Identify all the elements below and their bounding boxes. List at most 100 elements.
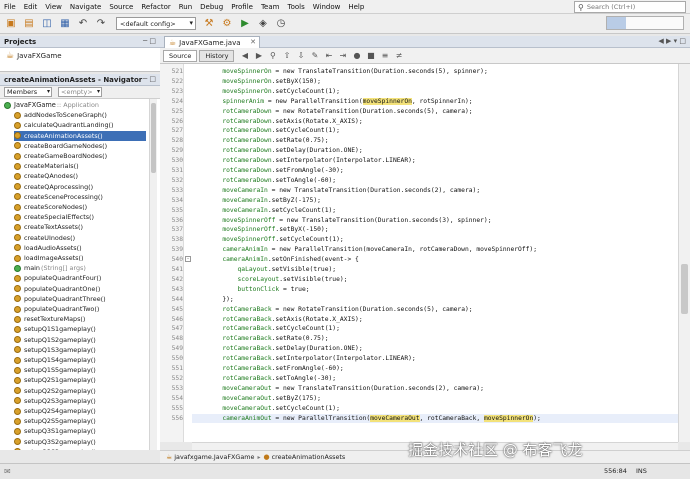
code-line[interactable]: moveCameraOut = new TranslateTransition(… [192,384,484,394]
line-number[interactable]: 548 [161,334,183,344]
line-number[interactable]: 539 [161,245,183,255]
navigator-item[interactable]: createMaterials() [14,161,146,171]
close-icon[interactable]: ✕ [250,38,256,46]
code-line[interactable]: moveSpinnerOff.setByX(-150); [192,225,328,235]
code-line[interactable]: rotCameraBack.setDelay(Duration.ONE); [192,344,362,354]
code-line[interactable]: moveSpinnerOn = new TranslateTransition(… [192,67,487,77]
line-number[interactable]: 527 [161,126,183,136]
back-icon[interactable]: ◀ [239,50,250,61]
new-file-icon[interactable]: ▤ [22,17,36,31]
code-line[interactable]: rotCameraBack.setCycleCount(1); [192,324,340,334]
scroll-thumb[interactable] [151,103,156,173]
code-line[interactable]: rotCameraBack.setFromAngle(-60); [192,364,343,374]
line-number[interactable]: 543 [161,285,183,295]
run-icon[interactable]: ▶ [238,17,252,31]
code-line[interactable]: rotCameraBack = new RotateTransition(Dur… [192,305,472,315]
menu-view[interactable]: View [45,3,62,11]
menu-refactor[interactable]: Refactor [141,3,170,11]
members-select[interactable]: Members ▾ [4,87,52,97]
code-line[interactable]: moveSpinnerOff.setCycleCount(1); [192,235,343,245]
menu-source[interactable]: Source [109,3,133,11]
code-line[interactable]: qaLayout.setVisible(true); [192,265,337,275]
code-editor[interactable]: moveSpinnerOn = new TranslateTransition(… [192,64,678,442]
redo-icon[interactable]: ↷ [94,17,108,31]
navigator-item[interactable]: setupQ2S1gameplay() [14,375,146,385]
navigator-item[interactable]: createUInodes() [14,233,146,243]
code-line[interactable]: moveCameraIn.setCycleCount(1); [192,206,336,216]
navigator-item[interactable]: addNodesToSceneGraph() [14,110,146,120]
line-number[interactable]: 532 [161,176,183,186]
navigator-item[interactable]: populateQuadrantFour() [14,273,146,283]
navigator-item[interactable]: setupQ2S3gameplay() [14,396,146,406]
code-line[interactable]: buttonClick = true; [192,285,310,295]
panel-controls-icon[interactable]: ─ □ [143,37,156,45]
tab-source[interactable]: Source [163,49,198,62]
line-number[interactable]: 538 [161,235,183,245]
shift-left-icon[interactable]: ⇤ [323,50,334,61]
line-number[interactable]: 530 [161,156,183,166]
line-number[interactable]: 544 [161,295,183,305]
code-line[interactable]: rotCameraDown.setToAngle(-60); [192,176,336,186]
project-item[interactable]: ☕ JavaFXGame [6,51,62,61]
code-line[interactable]: rotCameraDown.setRate(0.75); [192,136,328,146]
line-number[interactable]: 528 [161,136,183,146]
menu-debug[interactable]: Debug [200,3,223,11]
fold-toggle-icon[interactable]: - [185,256,191,263]
code-line[interactable]: moveSpinnerOff = new TranslateTransition… [192,216,491,226]
next-occurrence-icon[interactable]: ⇩ [295,50,306,61]
line-number[interactable]: 535 [161,206,183,216]
caret-position[interactable]: 556:84 [604,467,627,475]
line-number[interactable]: 546 [161,315,183,325]
line-number[interactable]: 526 [161,117,183,127]
navigator-item[interactable]: loadImageAssets() [14,253,146,263]
line-number[interactable]: 534 [161,196,183,206]
editor-scrollbar[interactable] [678,64,690,442]
open-project-icon[interactable]: ◫ [40,17,54,31]
navigator-item[interactable]: createTextAssets() [14,222,146,232]
comment-icon[interactable]: ≡ [379,50,390,61]
line-number[interactable]: 545 [161,305,183,315]
navigator-item[interactable]: setupQ1S5gameplay() [14,365,146,375]
scroll-thumb[interactable] [681,264,688,314]
forward-icon[interactable]: ▶ [253,50,264,61]
navigator-item[interactable]: resetTextureMaps() [14,314,146,324]
navigator-item[interactable]: createQAnodes() [14,171,146,181]
line-number[interactable]: 554 [161,394,183,404]
empty-select[interactable]: <empty> ▾ [58,87,102,97]
profile-icon[interactable]: ◷ [274,17,288,31]
editor-tab-javafxgame[interactable]: ☕ JavaFXGame.java ✕ [164,36,260,48]
navigator-item[interactable]: main (String[] args) [14,263,146,273]
navigator-item[interactable]: setupQ1S2gameplay() [14,335,146,345]
clean-build-icon[interactable]: ⚙ [220,17,234,31]
navigator-item[interactable]: populateQuadrantTwo() [14,304,146,314]
menu-run[interactable]: Run [179,3,192,11]
build-icon[interactable]: ⚒ [202,17,216,31]
debug-icon[interactable]: ◈ [256,17,270,31]
save-all-icon[interactable]: ▦ [58,17,72,31]
navigator-item[interactable]: createQAprocessing() [14,182,146,192]
projects-title[interactable]: Projects [4,38,36,46]
code-line[interactable]: moveSpinnerOn.setCycleCount(1); [192,87,340,97]
code-line[interactable]: moveCameraOut.setCycleCount(1); [192,404,340,414]
code-line[interactable]: rotCameraDown.setFromAngle(-30); [192,166,343,176]
menu-navigate[interactable]: Navigate [70,3,101,11]
breadcrumb-method[interactable]: createAnimationAssets [272,453,346,461]
navigator-item[interactable]: setupQ1S1gameplay() [14,324,146,334]
tab-history[interactable]: History [199,49,235,62]
navigator-item[interactable]: createSceneProcessing() [14,192,146,202]
line-number[interactable]: 521 [161,67,183,77]
code-line[interactable]: rotCameraBack.setRate(0.75); [192,334,328,344]
menu-window[interactable]: Window [313,3,341,11]
toggle-highlight-icon[interactable]: ✎ [309,50,320,61]
panel-controls-icon[interactable]: ─ □ [143,75,156,83]
navigator-item[interactable]: setupQ3S1gameplay() [14,426,146,436]
line-number[interactable]: 523 [161,87,183,97]
code-line[interactable]: rotCameraDown.setAxis(Rotate.X_AXIS); [192,117,362,127]
code-line[interactable]: }); [192,295,233,305]
line-number[interactable]: 547 [161,324,183,334]
navigator-title[interactable]: createAnimationAssets - Navigator [4,76,142,84]
search-input[interactable] [586,3,677,11]
line-number[interactable]: 549 [161,344,183,354]
navigator-item[interactable]: calculateQuadrantLanding() [14,120,146,130]
shift-right-icon[interactable]: ⇥ [337,50,348,61]
